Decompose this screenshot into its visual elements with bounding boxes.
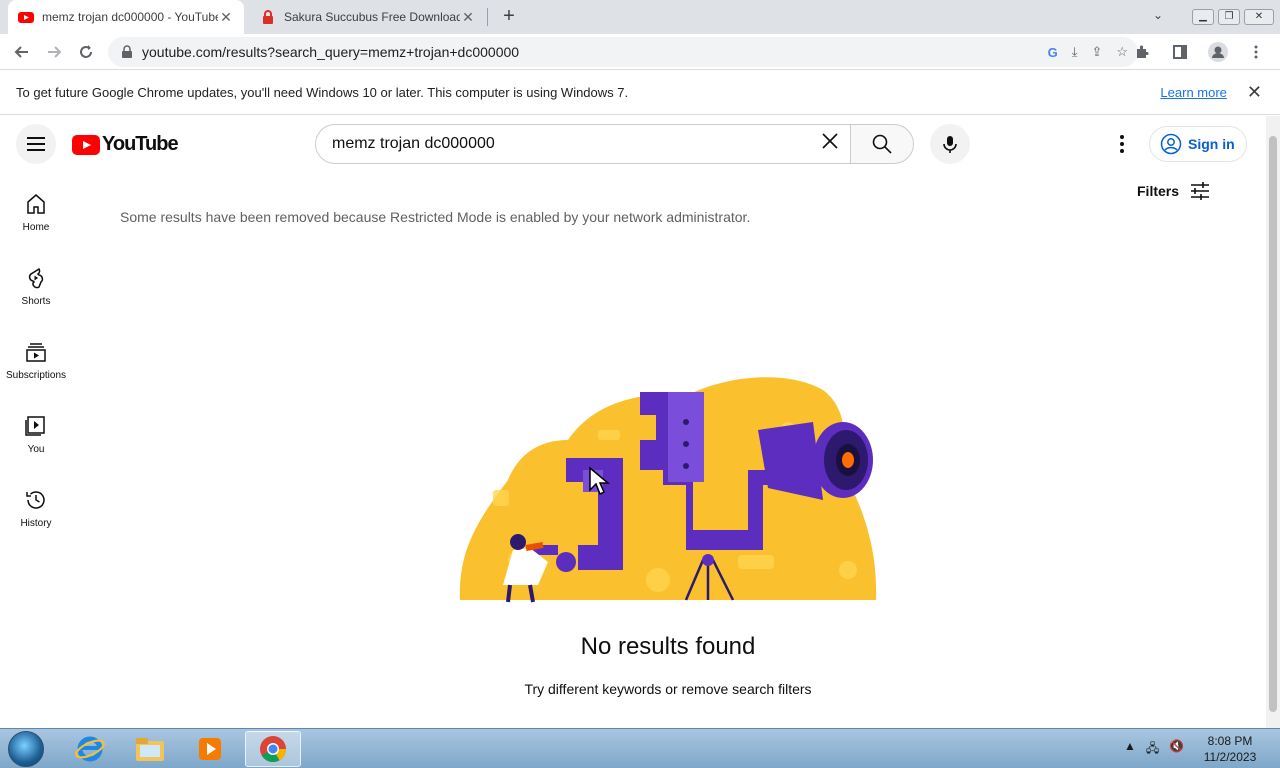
settings-menu-button[interactable] (1110, 132, 1134, 156)
sidebar-item-subscriptions[interactable]: Subscriptions (0, 320, 72, 394)
back-button[interactable] (6, 36, 38, 68)
filters-button[interactable]: Filters (1137, 180, 1211, 202)
youtube-logo[interactable]: YouTube (72, 133, 179, 156)
tab-strip: memz trojan dc000000 - YouTube ✕ Sakura … (0, 0, 1280, 34)
no-results-illustration (459, 377, 877, 603)
sidebar-item-label: History (20, 518, 52, 529)
tab-title: Sakura Succubus Free Download (284, 10, 460, 24)
sidebar-item-label: Subscriptions (5, 370, 67, 381)
window-controls: ▁ ❐ ✕ (1188, 0, 1280, 34)
scrollbar-thumb[interactable] (1269, 136, 1277, 712)
search-icon (872, 134, 892, 154)
tab-sakura[interactable]: Sakura Succubus Free Download ✕ (250, 0, 486, 34)
forward-arrow-icon (48, 45, 62, 58)
taskbar-chrome[interactable] (245, 731, 301, 767)
sign-in-label: Sign in (1188, 136, 1235, 152)
sidebar-item-home[interactable]: Home (0, 172, 72, 246)
logo-text: YouTube (102, 133, 179, 155)
tab-separator (487, 8, 488, 26)
filters-label: Filters (1137, 183, 1180, 199)
page-scrollbar[interactable] (1266, 116, 1280, 728)
search-query[interactable]: memz trojan dc000000 (332, 135, 810, 153)
guide-menu-button[interactable] (16, 124, 56, 164)
install-icon[interactable]: ⤓ (1072, 44, 1078, 60)
taskbar-internet-explorer[interactable] (62, 731, 118, 767)
sidebar-item-you[interactable]: You (0, 394, 72, 468)
tray-expand-icon[interactable]: ▲ (1124, 739, 1136, 760)
taskbar-media-player[interactable] (182, 731, 238, 767)
chrome-icon (260, 736, 287, 763)
extensions-icon[interactable] (1126, 36, 1158, 68)
no-results-title: No results found (580, 633, 756, 660)
lock-icon (122, 45, 132, 58)
start-button[interactable] (8, 731, 44, 767)
sidebar-item-label: Shorts (21, 296, 51, 307)
shorts-icon (28, 267, 44, 289)
restore-button[interactable]: ❐ (1218, 9, 1240, 25)
filter-sliders-icon (1191, 182, 1210, 200)
reload-button[interactable] (70, 36, 102, 68)
url-text[interactable]: youtube.com/results?search_query=memz+tr… (142, 44, 1048, 60)
microphone-icon (943, 136, 957, 153)
system-tray: ▲ 🖧 🔇 (1124, 739, 1184, 760)
infobar-close-icon[interactable]: ✕ (1247, 82, 1262, 103)
infobar-message: To get future Google Chrome updates, you… (16, 85, 629, 100)
clock-time: 8:08 PM (1207, 734, 1253, 748)
restricted-mode-notice: Some results have been removed because R… (120, 209, 751, 225)
new-tab-button[interactable]: + (498, 5, 520, 27)
youtube-favicon-icon (18, 12, 34, 23)
windows-taskbar: ▲ 🖧 🔇 8:08 PM 11/2/2023 (0, 728, 1280, 768)
no-results-hint: Try different keywords or remove search … (524, 681, 812, 697)
folder-icon (136, 738, 164, 761)
address-bar[interactable]: youtube.com/results?search_query=memz+tr… (108, 37, 1138, 67)
search-input[interactable]: memz trojan dc000000 (315, 124, 851, 164)
you-icon (25, 416, 45, 436)
browser-toolbar: youtube.com/results?search_query=memz+tr… (0, 34, 1280, 70)
sidebar-item-label: You (27, 444, 45, 455)
google-icon[interactable]: G (1048, 45, 1058, 60)
search-button[interactable] (850, 124, 914, 164)
forward-button[interactable] (38, 36, 70, 68)
volume-muted-icon[interactable]: 🔇 (1169, 739, 1184, 760)
tab-close-icon[interactable]: ✕ (460, 9, 476, 26)
home-icon (27, 194, 45, 214)
youtube-header: YouTube memz trojan dc000000 Sign in (0, 116, 1266, 172)
back-arrow-icon (14, 45, 28, 58)
taskbar-file-explorer[interactable] (122, 731, 178, 767)
youtube-play-icon (72, 134, 100, 155)
mouse-cursor-icon (589, 466, 610, 496)
tab-title: memz trojan dc000000 - YouTube (42, 10, 218, 24)
profile-avatar-icon[interactable] (1202, 36, 1234, 68)
sign-in-button[interactable]: Sign in (1149, 126, 1247, 162)
media-player-icon (199, 738, 221, 760)
network-icon[interactable]: 🖧 (1146, 739, 1159, 760)
tab-search-chevron-icon[interactable]: ⌄ (1153, 8, 1163, 22)
update-infobar: To get future Google Chrome updates, you… (0, 71, 1280, 115)
subscriptions-icon (26, 343, 46, 362)
share-icon[interactable]: ⇪ (1091, 44, 1102, 60)
internet-explorer-icon (75, 736, 105, 762)
side-panel-icon[interactable] (1164, 36, 1196, 68)
sidebar-item-label: Home (22, 222, 50, 233)
account-icon (1160, 133, 1182, 155)
learn-more-link[interactable]: Learn more (1160, 85, 1226, 100)
close-window-button[interactable]: ✕ (1244, 9, 1274, 25)
tab-youtube[interactable]: memz trojan dc000000 - YouTube ✕ (8, 0, 244, 34)
sidebar-item-shorts[interactable]: Shorts (0, 246, 72, 320)
clock-date: 11/2/2023 (1203, 750, 1257, 764)
lock-favicon-icon (263, 10, 273, 24)
chrome-menu-icon[interactable] (1240, 36, 1272, 68)
sidebar-item-history[interactable]: History (0, 468, 72, 542)
reload-icon (80, 44, 92, 58)
clear-search-icon[interactable] (810, 130, 850, 158)
minimize-button[interactable]: ▁ (1192, 9, 1214, 25)
taskbar-clock[interactable]: 8:08 PM 11/2/2023 (1198, 733, 1262, 765)
history-icon (26, 491, 45, 509)
voice-search-button[interactable] (930, 124, 970, 164)
tab-close-icon[interactable]: ✕ (218, 9, 234, 26)
